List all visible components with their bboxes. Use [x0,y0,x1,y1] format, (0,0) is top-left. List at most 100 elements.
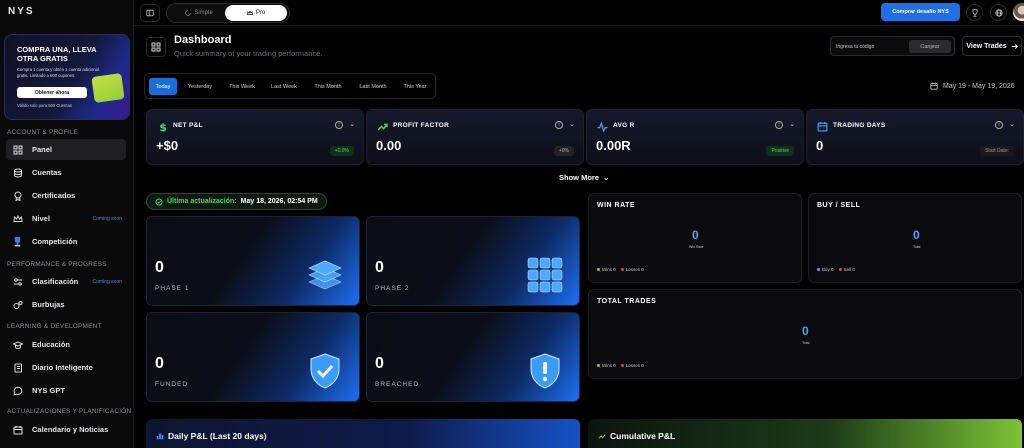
sidebar: NYS COMPRA UNA, LLEVA OTRA GRATIS Compra… [0,0,134,448]
phase-value: 0 [155,355,164,372]
range-yesterday[interactable]: Yesterday [181,78,219,95]
globe-icon [994,8,1003,17]
graduation-icon [12,339,23,350]
info-icon[interactable]: i [995,121,1003,129]
kpi-badge: +0% [553,146,574,156]
sidebar-item-label: Panel [32,145,53,154]
mode-switch: Simple Pro [166,3,290,23]
stack-icon [308,260,342,290]
promo-button[interactable]: Obtener ahora [17,87,87,98]
redeem-button[interactable]: Canjear [909,40,951,53]
win-rate-sub: Win Rate [689,245,704,249]
trophy-icon [972,8,977,17]
kpi-avg-r[interactable]: AVG R i ⌄ 0.00R Positive [586,109,804,165]
section-learning: LEARNING & DEVELOPMENT [7,323,102,330]
chevron-down-icon[interactable]: ⌄ [789,120,795,128]
sidebar-toggle-button[interactable] [140,4,160,22]
trend-up-icon [377,123,388,131]
legend-losses: Losses 0 [625,267,644,272]
sidebar-item-certificados[interactable]: Certificados [6,185,126,206]
promo-title: COMPRA UNA, LLEVA OTRA GRATIS [17,45,97,63]
sidebar-item-educacion[interactable]: Educación [6,334,126,355]
dollar-icon: $ [159,121,167,132]
info-icon[interactable]: i [335,121,343,129]
sidebar-item-panel[interactable]: Panel [6,139,126,160]
last-update-value: May 18, 2026, 02:54 PM [240,198,318,205]
sidebar-item-clasificacion[interactable]: Clasificación Coming soon [6,271,126,292]
total-trades-card: TOTAL TRADES 0 Total Wins 0 Losses 0 [588,289,1022,379]
mode-pro-label: Pro [255,10,266,16]
range-this-week[interactable]: This Week [223,78,261,95]
sidebar-item-label: Clasificación [32,277,79,286]
sidebar-item-label: Burbujas [32,300,65,309]
kpi-trading-days[interactable]: TRADING DAYS i ⌄ 0 Start Date: [806,109,1024,165]
chevron-down-icon[interactable]: ⌄ [349,120,355,128]
kpi-profit-factor[interactable]: PROFIT FACTOR i ⌄ 0.00 +0% [366,109,584,165]
journal-icon [12,362,23,373]
calendar-icon [12,424,23,435]
language-button[interactable] [990,4,1007,21]
page-subtitle: Quick summary of your trading performanc… [174,49,323,58]
sidebar-toggle-icon [146,9,154,17]
kpi-value: 0.00R [596,138,631,153]
kpi-badge: +0.0% [329,146,354,156]
legend-wins: Wins 0 [602,363,616,368]
kpi-title: NET P&L [173,122,203,129]
range-this-year[interactable]: This Year [397,78,433,95]
mode-pro-button[interactable]: Pro [225,5,287,21]
legend: Wins 0 Losses 0 [597,267,644,272]
range-last-month[interactable]: Last Month [353,78,393,95]
section-performance: PERFORMANCE & PROGRESS [7,261,107,268]
info-icon[interactable]: i [775,121,783,129]
breached-card[interactable]: 0 BREACHED [366,312,580,402]
show-more-button[interactable]: Show More ⌄ [559,173,609,182]
chevron-down-icon[interactable]: ⌄ [1009,120,1015,128]
coming-soon-badge: Coming soon [92,215,122,222]
shield-check-icon [310,353,340,389]
info-icon[interactable]: i [555,121,563,129]
sidebar-item-calendario[interactable]: Calendario y Noticias [6,419,126,440]
mode-simple-button[interactable]: Simple [171,6,227,20]
kpi-net-pnl[interactable]: $ NET P&L i ⌄ +$0 +0.0% [146,109,364,165]
range-this-month[interactable]: This Month [307,78,349,95]
sidebar-item-burbujas[interactable]: Burbujas [6,294,126,315]
chevron-down-icon[interactable]: ⌄ [569,120,575,128]
kpi-value: 0 [816,138,824,153]
view-trades-label: View Trades [966,42,1007,50]
range-today[interactable]: Today [149,78,177,95]
phase-2-card[interactable]: 0 PHASE 2 [366,216,580,306]
sidebar-item-label: Certificados [32,191,76,200]
sidebar-item-diario[interactable]: Diario Inteligente [6,357,126,378]
calendar-icon [817,122,828,132]
date-range-picker[interactable]: May 19 - May 19, 2026 [930,82,1015,90]
kpi-title: TRADING DAYS [833,122,886,129]
sidebar-item-label: Diario Inteligente [32,363,93,372]
phase-value: 0 [375,355,384,372]
certificate-icon [12,190,23,201]
user-avatar[interactable] [1013,3,1024,21]
phase-1-card[interactable]: 0 PHASE 1 [146,216,360,306]
promo-banner[interactable]: COMPRA UNA, LLEVA OTRA GRATIS Compra 1 c… [4,34,130,120]
range-last-week[interactable]: Last Week [265,78,303,95]
section-updates: ACTUALIZACIONES Y PLANIFICACIÓN [7,408,132,415]
sidebar-item-cuentas[interactable]: Cuentas [6,162,126,183]
mode-simple-label: Simple [194,10,213,16]
legend: Buy 0 Sell 0 [817,267,855,272]
phase-value: 0 [155,259,164,276]
sidebar-item-label: Competición [32,237,78,246]
trophy-button[interactable] [966,4,983,21]
sidebar-item-nivel[interactable]: Nivel Coming soon [6,208,126,229]
view-trades-button[interactable]: View Trades [962,36,1022,56]
app-logo[interactable]: NYS [8,6,35,17]
daily-pnl-title: Daily P&L (Last 20 days) [168,431,267,441]
promo-code-input[interactable] [836,41,906,52]
buy-challenge-button[interactable]: Comprar desafío NYS [881,3,960,21]
show-more-label: Show More [559,173,600,182]
crown-icon [12,213,23,224]
funded-card[interactable]: 0 FUNDED [146,312,360,402]
database-icon [12,167,23,178]
sidebar-item-competicion[interactable]: Competición [6,231,126,252]
sidebar-item-nys-gpt[interactable]: NYS GPT [6,380,126,401]
kpi-badge: Positive [766,146,794,156]
shield-alert-icon [530,353,560,389]
